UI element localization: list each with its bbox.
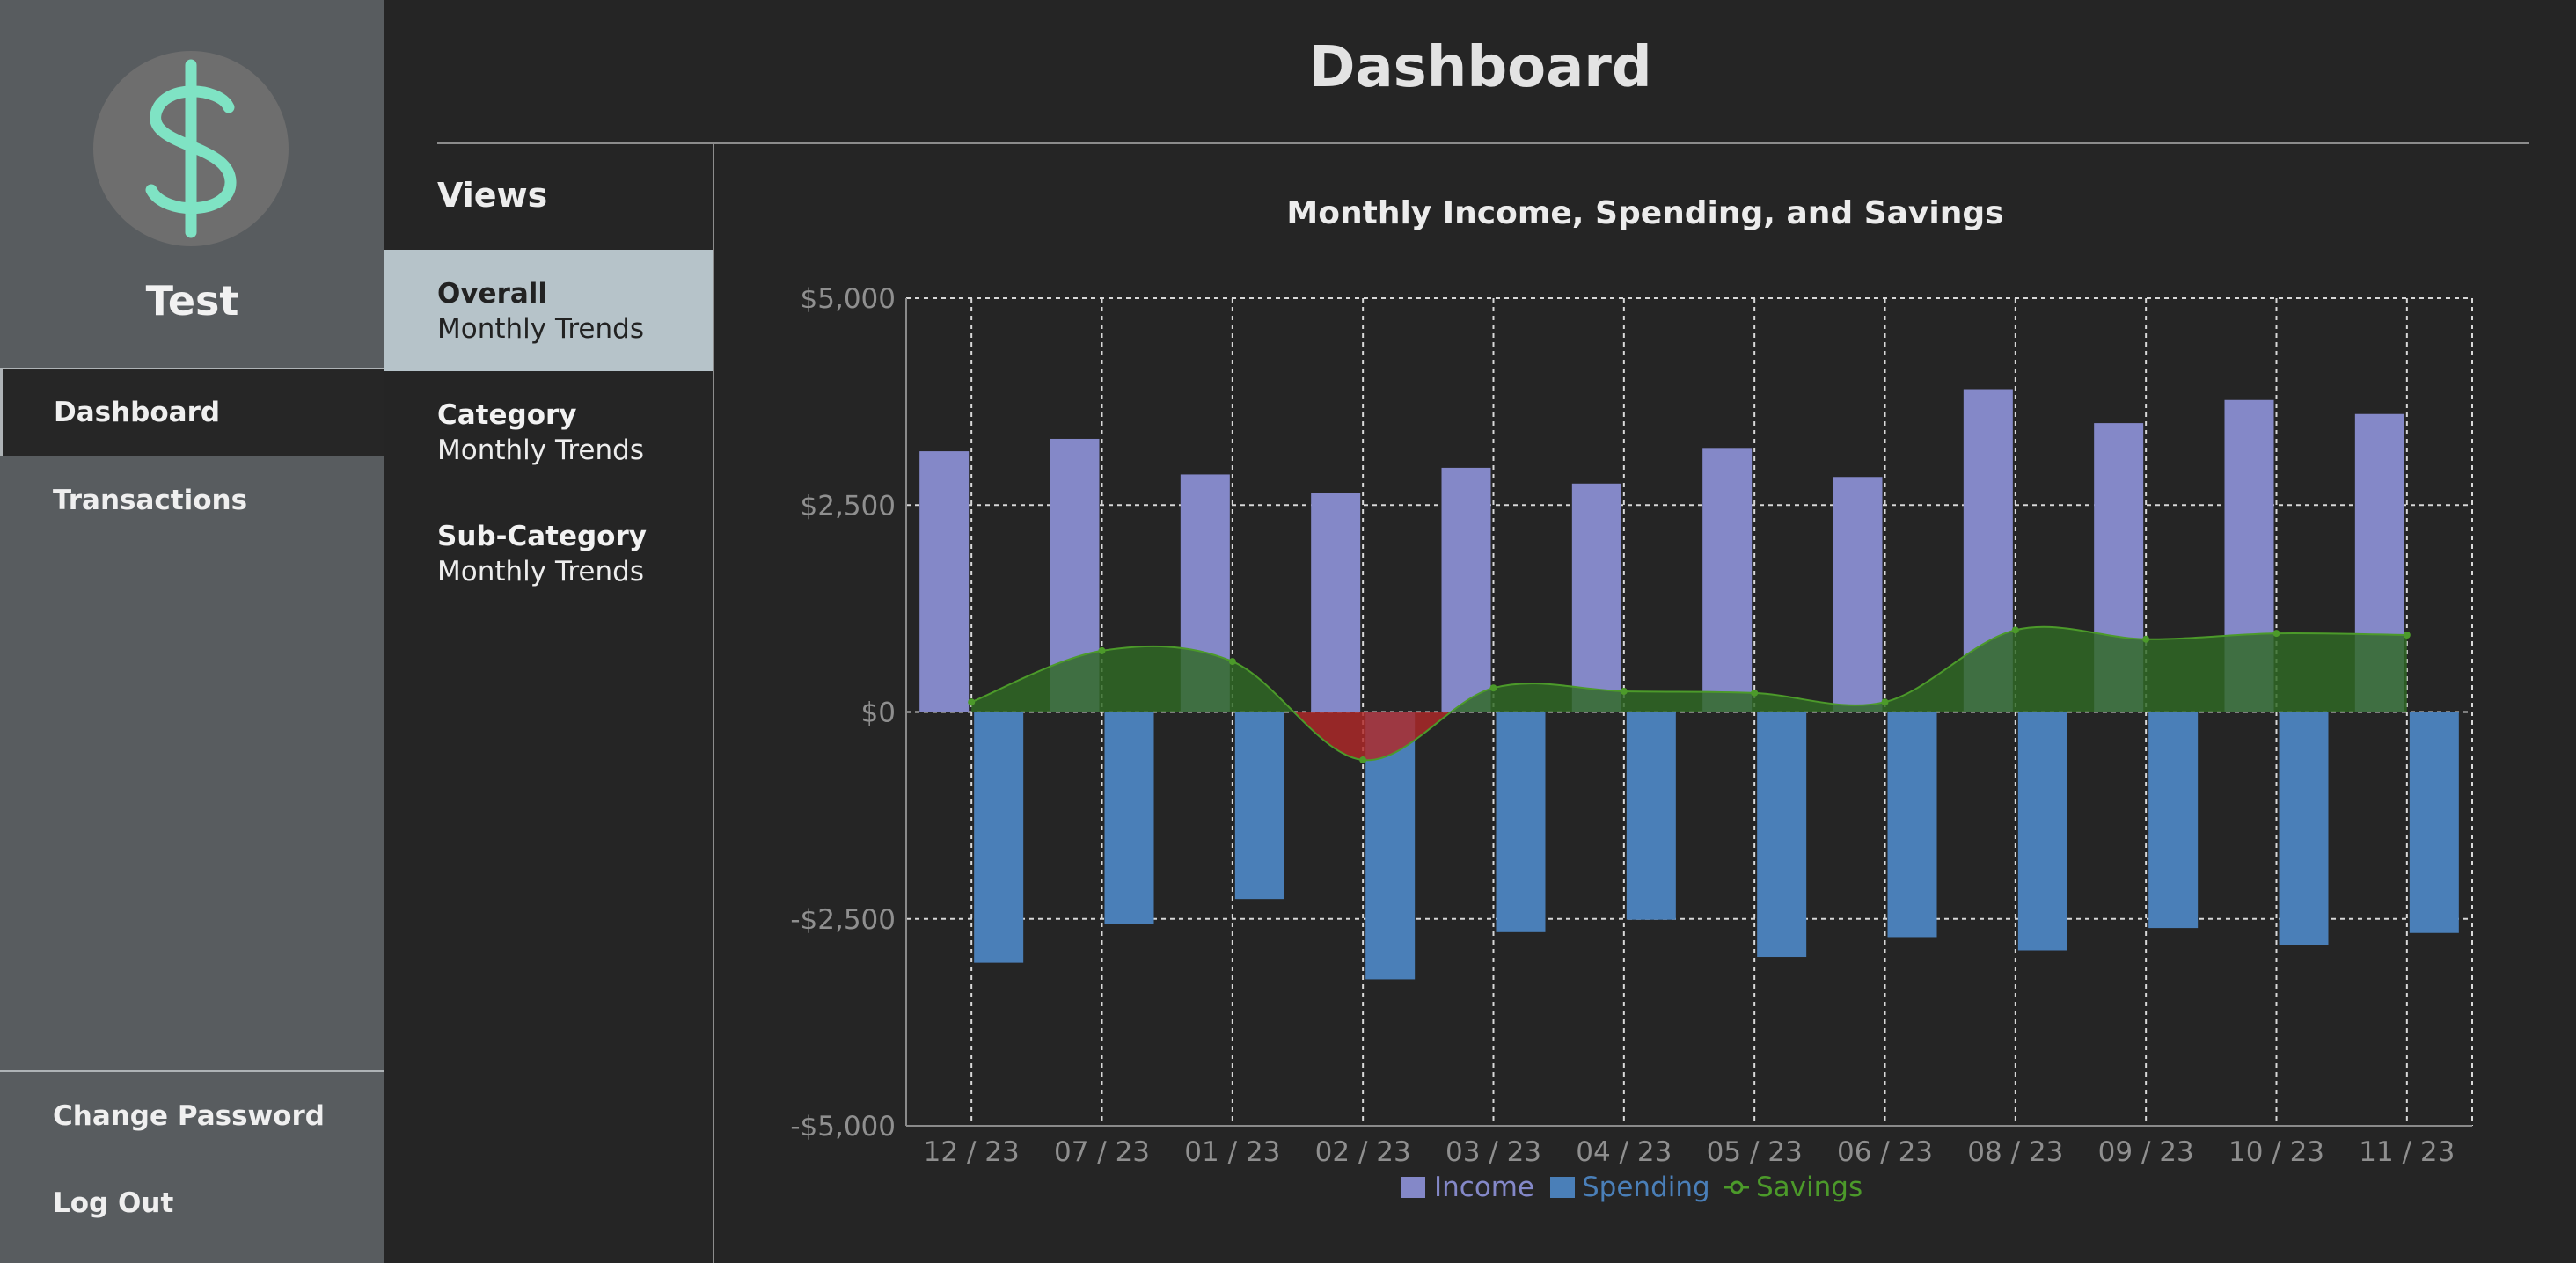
y-tick-label: $5,000 bbox=[801, 283, 896, 315]
page-title: Dashboard bbox=[1308, 35, 1652, 100]
savings-point bbox=[1228, 658, 1236, 666]
legend-label-spending: Spending bbox=[1582, 1172, 1710, 1203]
savings-point bbox=[2142, 635, 2150, 643]
view-subcategory[interactable]: Sub-Category Monthly Trends bbox=[384, 493, 713, 614]
chart-title: Monthly Income, Spending, and Savings bbox=[1286, 195, 2004, 231]
view-sublabel: Monthly Trends bbox=[437, 556, 644, 588]
x-tick-label: 06 / 23 bbox=[1837, 1136, 1933, 1168]
x-tick-label: 09 / 23 bbox=[2098, 1136, 2194, 1168]
income-bar bbox=[1702, 448, 1753, 712]
savings-point bbox=[1751, 689, 1759, 697]
legend-label-income: Income bbox=[1434, 1172, 1534, 1203]
savings-point bbox=[1098, 646, 1106, 654]
legend-savings[interactable]: Savings bbox=[1724, 1172, 1862, 1203]
chart: $5,000 $2,500 $0 -$2,500 -$5,000 12 / 23 07 / … bbox=[790, 283, 2473, 1203]
savings-point bbox=[968, 698, 976, 706]
view-label: Sub-Category bbox=[437, 521, 647, 552]
income-bar bbox=[1441, 467, 1491, 712]
spending-bar bbox=[2017, 712, 2067, 951]
savings-point bbox=[2403, 631, 2411, 639]
savings-point bbox=[2011, 626, 2019, 634]
income-bar bbox=[1833, 477, 1883, 712]
savings-point bbox=[2272, 630, 2280, 638]
view-overall[interactable]: Overall Monthly Trends bbox=[384, 250, 713, 371]
x-tick-label: 07 / 23 bbox=[1054, 1136, 1150, 1168]
legend-spending[interactable]: Spending bbox=[1550, 1172, 1710, 1203]
income-bar bbox=[1571, 483, 1621, 712]
savings-point bbox=[1620, 687, 1628, 695]
x-tick-label: 04 / 23 bbox=[1576, 1136, 1672, 1168]
spending-bar bbox=[1887, 712, 1937, 938]
y-tick-label: -$2,500 bbox=[790, 904, 896, 936]
legend-swatch-spending bbox=[1550, 1177, 1575, 1198]
x-tick-label: 01 / 23 bbox=[1184, 1136, 1280, 1168]
x-tick-label: 05 / 23 bbox=[1707, 1136, 1803, 1168]
y-tick-label: -$5,000 bbox=[790, 1111, 896, 1143]
savings-point bbox=[1489, 684, 1497, 692]
x-tick-label: 08 / 23 bbox=[1967, 1136, 2063, 1168]
spending-bar bbox=[2279, 712, 2329, 945]
legend-income[interactable]: Income bbox=[1401, 1172, 1534, 1203]
nav-transactions[interactable]: Transactions bbox=[0, 457, 384, 544]
view-sublabel: Monthly Trends bbox=[437, 434, 644, 466]
view-category[interactable]: Category Monthly Trends bbox=[384, 371, 713, 493]
change-password-link[interactable]: Change Password bbox=[0, 1073, 384, 1159]
sidebar-divider bbox=[0, 1070, 384, 1072]
spending-bar bbox=[2409, 712, 2459, 933]
legend-marker-savings bbox=[1730, 1180, 1744, 1194]
sidebar: Test Dashboard Transactions Change Passw… bbox=[0, 0, 384, 1263]
view-label: Overall bbox=[437, 278, 548, 310]
x-tick-label: 12 / 23 bbox=[924, 1136, 1020, 1168]
x-tick-label: 02 / 23 bbox=[1315, 1136, 1411, 1168]
legend-swatch-income bbox=[1401, 1177, 1425, 1198]
log-out-link[interactable]: Log Out bbox=[0, 1160, 384, 1246]
views-heading: Views bbox=[437, 176, 548, 215]
logo bbox=[93, 51, 289, 246]
savings-point bbox=[1359, 756, 1367, 764]
y-tick-label: $0 bbox=[861, 697, 896, 729]
x-tick-label: 03 / 23 bbox=[1445, 1136, 1541, 1168]
spending-bar bbox=[974, 712, 1024, 963]
legend-label-savings: Savings bbox=[1756, 1172, 1862, 1203]
nav-dashboard[interactable]: Dashboard bbox=[0, 369, 384, 456]
income-bar bbox=[1311, 493, 1361, 712]
spending-bar bbox=[2148, 712, 2199, 929]
user-name: Test bbox=[145, 277, 239, 325]
spending-bar bbox=[1234, 712, 1284, 900]
view-label: Category bbox=[437, 399, 577, 431]
header-divider bbox=[437, 142, 2529, 144]
x-tick-label: 10 / 23 bbox=[2228, 1136, 2324, 1168]
spending-bar bbox=[1626, 712, 1676, 920]
y-tick-label: $2,500 bbox=[801, 490, 896, 522]
spending-bar bbox=[1496, 712, 1546, 932]
dollar-icon bbox=[145, 59, 237, 238]
spending-bar bbox=[1757, 712, 1807, 958]
x-tick-label: 11 / 23 bbox=[2359, 1136, 2455, 1168]
spending-bar bbox=[1104, 712, 1154, 924]
income-bar bbox=[919, 451, 970, 712]
view-sublabel: Monthly Trends bbox=[437, 313, 644, 345]
savings-point bbox=[1881, 698, 1889, 706]
